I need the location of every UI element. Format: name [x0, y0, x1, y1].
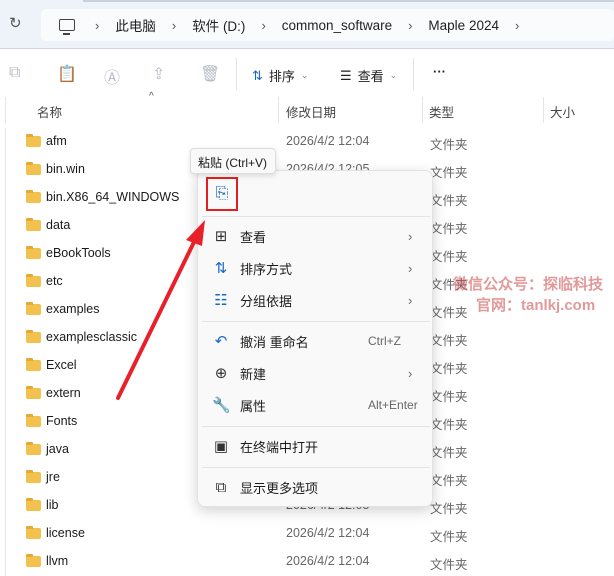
annotation-arrow — [116, 220, 205, 400]
